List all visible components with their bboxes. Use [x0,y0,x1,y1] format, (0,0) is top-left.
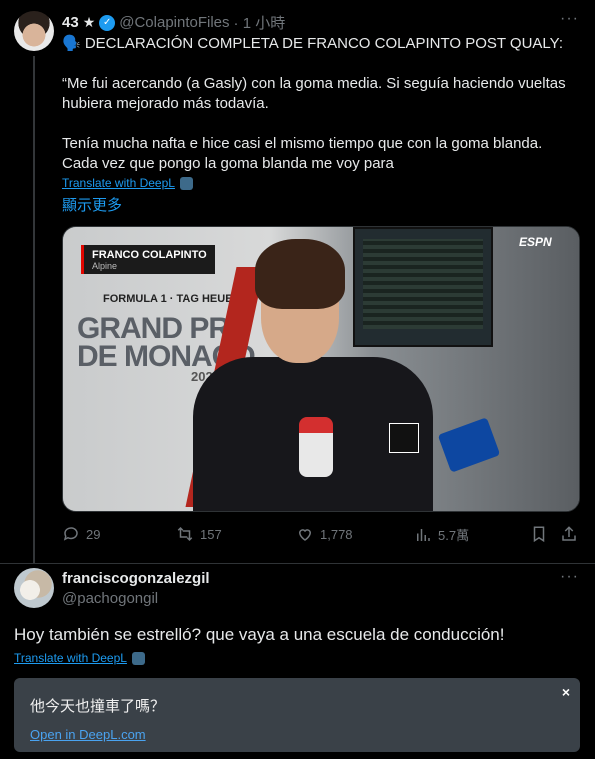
display-name[interactable]: franciscogonzalezgil [62,570,210,587]
bookmark-button[interactable] [530,525,548,543]
like-count: 1,778 [320,526,353,542]
deepl-icon [131,651,145,665]
thread-line [33,56,35,564]
translate-label: Translate with DeepL [62,176,175,190]
star-icon: ★ [82,14,96,30]
nameplate: FRANCO COLAPINTO Alpine [81,245,215,274]
display-name[interactable]: 43 [62,14,79,31]
views-button[interactable]: 5.7萬 [414,525,469,544]
translate-link[interactable]: Translate with DeepL [62,176,193,190]
broadcaster-logo: ESPN [519,235,552,249]
avatar[interactable] [14,568,54,608]
retweet-button[interactable]: 157 [176,525,222,543]
tweet-header: 43 ★ ✓ @ColapintoFiles · 1 小時 [62,12,285,33]
dazn-mic [389,423,419,453]
share-icon [562,526,576,541]
retweet-icon [177,526,193,542]
tweet-paragraph: “Me fui acercando (a Gasly) con la goma … [62,75,566,112]
heart-icon [298,529,312,541]
reply-button[interactable]: 29 [62,525,100,543]
translate-label: Translate with DeepL [14,651,127,665]
driver-hair [255,239,345,309]
timestamp[interactable]: · 1 小時 [234,12,286,33]
deepl-icon [179,176,193,190]
banner-top: FORMULA 1 · TAG HEUER [103,293,241,305]
microphone [299,417,333,477]
deepl-translation-popup: 他今天也撞車了嗎？ Open in DeepL.com × [14,678,580,752]
avatar[interactable] [14,11,54,51]
nameplate-team: Alpine [92,261,118,271]
tweet-text: Hoy también se estrelló? que vaya a una … [14,625,505,644]
views-icon [417,528,430,541]
reply-icon [63,527,78,541]
share-button[interactable] [560,525,578,543]
reply-count: 29 [86,526,101,542]
retweet-count: 157 [200,526,222,542]
tweet-text: 🗣️ DECLARACIÓN COMPLETA DE FRANCO COLAPI… [62,34,582,174]
tweet-heading: 🗣️ DECLARACIÓN COMPLETA DE FRANCO COLAPI… [62,35,564,52]
views-count: 5.7萬 [438,528,470,543]
timing-screen [353,227,493,347]
open-in-deepl-link[interactable]: Open in DeepL.com [30,727,146,742]
show-more-link[interactable]: 顯示更多 [62,194,122,215]
translate-link[interactable]: Translate with DeepL [14,651,145,665]
tweet-media-video[interactable]: FORMULA 1 · TAG HEUER GRAND PRI DE MONAC… [62,226,580,512]
more-icon[interactable]: ··· [560,10,579,28]
like-button[interactable]: 1,778 [296,525,353,543]
nameplate-name: FRANCO COLAPINTO [92,249,207,261]
verified-icon: ✓ [99,14,116,31]
tweet-actions: 29 157 1,778 5.7萬 [62,525,580,545]
close-icon[interactable]: × [562,684,570,700]
more-icon[interactable]: ··· [560,568,579,586]
tweet-paragraph: Tenía mucha nafta e hice casi el mismo t… [62,135,543,172]
handle[interactable]: @pachogongil [62,590,158,607]
handle[interactable]: @ColapintoFiles [119,14,229,31]
tweet-divider [0,563,595,564]
translation-text: 他今天也撞車了嗎？ [30,698,166,715]
bookmark-icon [533,526,545,543]
